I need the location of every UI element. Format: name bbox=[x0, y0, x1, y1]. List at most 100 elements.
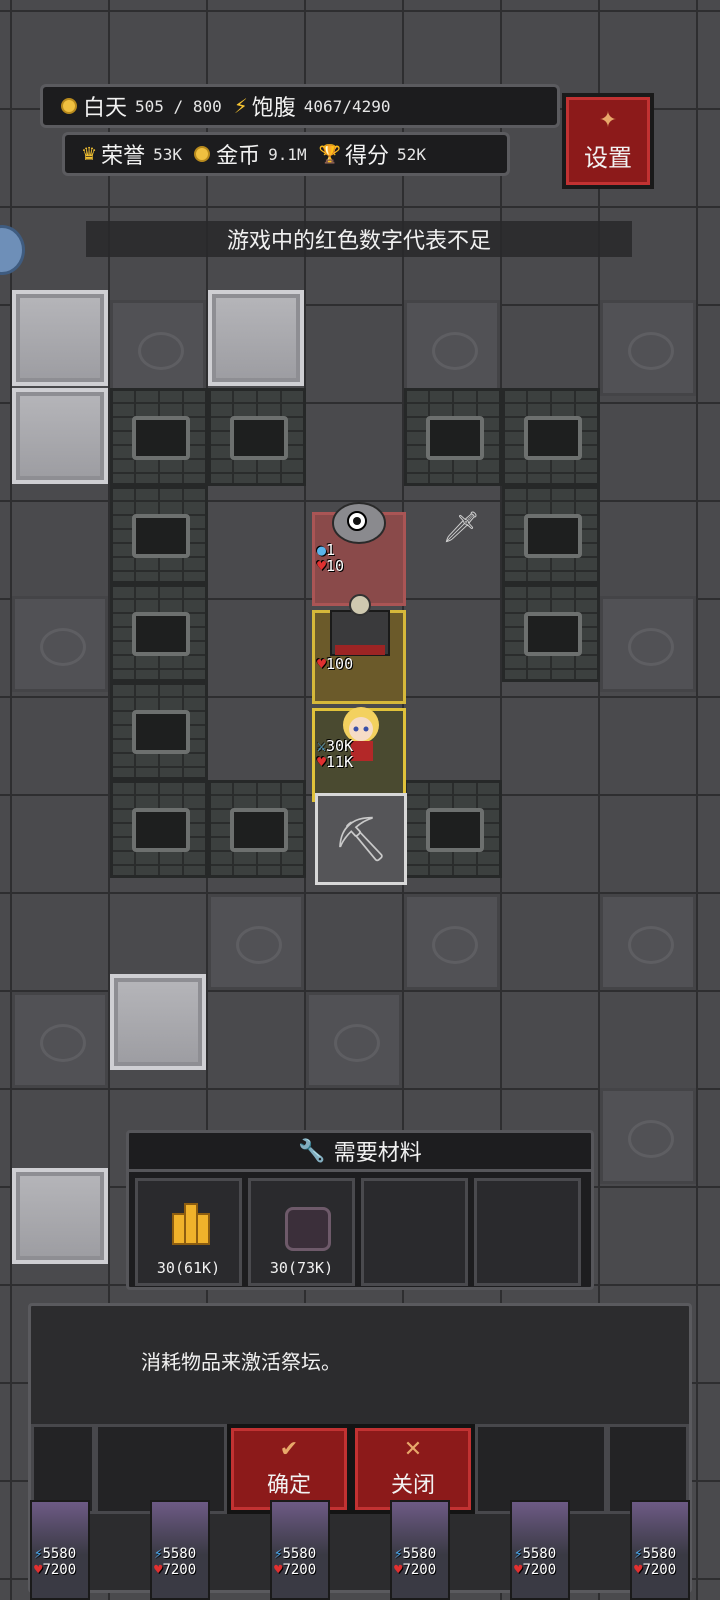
heart-icon: ♥ bbox=[317, 655, 327, 673]
unit-card[interactable]: ⚡5580 ♥7200 bbox=[30, 1500, 90, 1600]
hero-tile[interactable]: ⚔30K ♥11K bbox=[312, 707, 406, 802]
wall-block bbox=[404, 388, 502, 486]
unit-energy: ⚡5580 bbox=[34, 1546, 77, 1562]
day-value: 505 / 800 bbox=[135, 96, 222, 116]
wall-block bbox=[110, 486, 208, 584]
honor-counter: ♛ 荣誉 53K bbox=[81, 138, 182, 170]
stone-block bbox=[12, 388, 108, 484]
material-slot-empty bbox=[361, 1178, 468, 1286]
wall-block bbox=[208, 780, 306, 878]
score-label: 得分 bbox=[345, 144, 390, 169]
unit-energy: ⚡5580 bbox=[154, 1546, 197, 1562]
sun-icon bbox=[61, 98, 77, 114]
gold-bars-icon bbox=[172, 1203, 210, 1245]
settings-button[interactable]: ✦ 设置 bbox=[562, 93, 654, 189]
wall-block bbox=[502, 486, 600, 584]
wall-block bbox=[110, 682, 208, 780]
heart-icon: ♥ bbox=[317, 557, 327, 575]
unit-card[interactable]: ⚡5580 ♥7200 bbox=[630, 1500, 690, 1600]
stone-block bbox=[208, 290, 304, 386]
day-counter: 白天 505 / 800 bbox=[61, 90, 222, 122]
score-value: 52K bbox=[397, 144, 426, 164]
materials-header-label: 需要材料 bbox=[333, 1141, 422, 1166]
satiety-counter: ⚡ 饱腹 4067/4290 bbox=[234, 90, 391, 122]
material-qty: 30(73K) bbox=[269, 1259, 334, 1277]
bottom-unit-strip: ⚡5580 ♥7200 ⚡5580 ♥7200 ⚡5580 ♥7200 ⚡558… bbox=[0, 1488, 720, 1600]
unit-energy: ⚡5580 bbox=[394, 1546, 437, 1562]
crown-icon: ♛ bbox=[81, 143, 98, 165]
honor-value: 53K bbox=[153, 144, 183, 164]
floor-tile bbox=[600, 1088, 696, 1184]
monster-hp-stat: ♥10 bbox=[317, 557, 345, 575]
honor-label: 荣誉 bbox=[101, 144, 146, 169]
unit-card[interactable]: ⚡5580 ♥7200 bbox=[390, 1500, 450, 1600]
floor-tile bbox=[110, 300, 206, 396]
monster-icon bbox=[332, 502, 386, 544]
pickaxe-icon: ⛏ bbox=[333, 814, 389, 865]
bolt-icon: ⚡ bbox=[233, 94, 248, 118]
floor-tile bbox=[600, 596, 696, 692]
unit-hp: ♥7200 bbox=[154, 1562, 197, 1578]
floor-tile bbox=[600, 894, 696, 990]
score-counter: 🏆 得分 52K bbox=[319, 138, 426, 170]
hero-attack-stat: ⚔30K bbox=[317, 737, 354, 755]
unit-energy: ⚡5580 bbox=[634, 1546, 677, 1562]
dialog-message: 消耗物品来激活祭坛。 bbox=[141, 1350, 341, 1374]
material-slot[interactable]: 30(61K) bbox=[135, 1178, 242, 1286]
unit-card[interactable]: ⚡5580 ♥7200 bbox=[270, 1500, 330, 1600]
unit-card[interactable]: ⚡5580 ♥7200 bbox=[150, 1500, 210, 1600]
heart-icon: ♥ bbox=[317, 753, 327, 771]
wall-block bbox=[502, 584, 600, 682]
unit-hp: ♥7200 bbox=[634, 1562, 677, 1578]
altar-icon bbox=[330, 594, 390, 656]
unit-hp: ♥7200 bbox=[34, 1562, 77, 1578]
satiety-label: 饱腹 bbox=[251, 96, 296, 121]
floor-tile bbox=[404, 894, 500, 990]
wrench-icon: ✦ bbox=[598, 107, 618, 133]
wrench-icon: 🔧 bbox=[298, 1138, 326, 1164]
floor-tile bbox=[208, 894, 304, 990]
material-qty: 30(61K) bbox=[156, 1259, 221, 1277]
wall-block bbox=[110, 780, 208, 878]
unit-energy: ⚡5580 bbox=[514, 1546, 557, 1562]
floor-tile bbox=[306, 992, 402, 1088]
unit-energy: ⚡5580 bbox=[274, 1546, 317, 1562]
unit-hp: ♥7200 bbox=[394, 1562, 437, 1578]
gold-value: 9.1M bbox=[268, 144, 307, 164]
unit-card[interactable]: ⚡5580 ♥7200 bbox=[510, 1500, 570, 1600]
check-icon: ✔ bbox=[279, 1437, 299, 1462]
wall-block bbox=[110, 388, 208, 486]
monster-potion-stat: ●1 bbox=[317, 541, 336, 559]
gold-coin-icon bbox=[194, 146, 211, 162]
day-label: 白天 bbox=[83, 96, 128, 121]
tip-banner: 游戏中的红色数字代表不足 bbox=[86, 221, 632, 257]
floor-tile bbox=[600, 300, 696, 396]
altar-hp-stat: ♥100 bbox=[317, 655, 354, 673]
altar-tile[interactable]: ♥100 bbox=[312, 594, 406, 704]
dagger-icon[interactable]: 🗡 bbox=[442, 510, 480, 545]
stone-block bbox=[110, 974, 206, 1070]
unit-hp: ♥7200 bbox=[274, 1562, 317, 1578]
gold-counter: 金币 9.1M bbox=[194, 138, 307, 170]
ore-icon bbox=[285, 1207, 331, 1251]
wall-block bbox=[502, 388, 600, 486]
materials-header: 🔧 需要材料 bbox=[129, 1133, 591, 1172]
satiety-value: 4067/4290 bbox=[303, 96, 391, 116]
hero-hp-stat: ♥11K bbox=[317, 753, 354, 771]
floor-tile bbox=[12, 992, 108, 1088]
pickaxe-cell[interactable]: ⛏ bbox=[315, 793, 407, 885]
hud-resource-bar: ♛ 荣誉 53K 金币 9.1M 🏆 得分 52K bbox=[62, 132, 510, 176]
wall-block bbox=[110, 584, 208, 682]
stone-block bbox=[12, 290, 108, 386]
gold-label: 金币 bbox=[216, 144, 261, 169]
trophy-icon: 🏆 bbox=[318, 143, 342, 165]
hud-status-bar: 白天 505 / 800 ⚡ 饱腹 4067/4290 bbox=[40, 84, 560, 128]
wall-block bbox=[208, 388, 306, 486]
material-slot-empty bbox=[474, 1178, 581, 1286]
settings-label: 设置 bbox=[584, 143, 632, 172]
materials-panel: 🔧 需要材料 30(61K) 30(73K) bbox=[126, 1130, 594, 1290]
material-slot[interactable]: 30(73K) bbox=[248, 1178, 355, 1286]
floor-tile bbox=[404, 300, 500, 396]
stone-block bbox=[12, 1168, 108, 1264]
unit-hp: ♥7200 bbox=[514, 1562, 557, 1578]
